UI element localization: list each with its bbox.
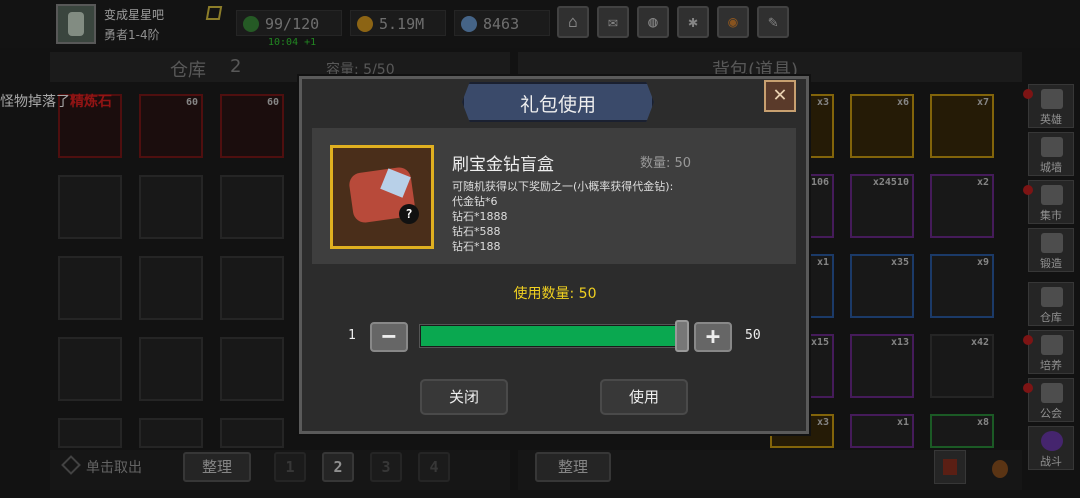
plus-icon: +	[705, 322, 721, 350]
slider-max: 50	[745, 328, 761, 343]
increase-button[interactable]: +	[694, 322, 732, 352]
dialog-cancel-button[interactable]: 关闭	[420, 379, 508, 415]
dialog-close-button[interactable]: ✕	[764, 80, 796, 112]
question-mark-icon: ?	[399, 204, 419, 224]
minus-icon: −	[381, 322, 397, 350]
slider-handle[interactable]	[675, 320, 689, 352]
item-description: 可随机获得以下奖励之一(小概率获得代金钻): 代金钻*6 钻石*1888 钻石*…	[452, 180, 674, 253]
dialog-title: 礼包使用	[519, 94, 596, 116]
close-icon: ✕	[773, 82, 787, 107]
slider-min: 1	[348, 328, 356, 343]
item-icon-frame: ?	[330, 145, 434, 249]
quantity-slider[interactable]	[419, 324, 689, 348]
decrease-button[interactable]: −	[370, 322, 408, 352]
item-name: 刷宝金钻盲盒	[452, 155, 554, 175]
slider-fill	[421, 326, 689, 346]
use-quantity-label: 使用数量: 50	[513, 286, 597, 302]
dialog-use-button[interactable]: 使用	[600, 379, 688, 415]
item-quantity: 数量: 50	[640, 156, 692, 171]
